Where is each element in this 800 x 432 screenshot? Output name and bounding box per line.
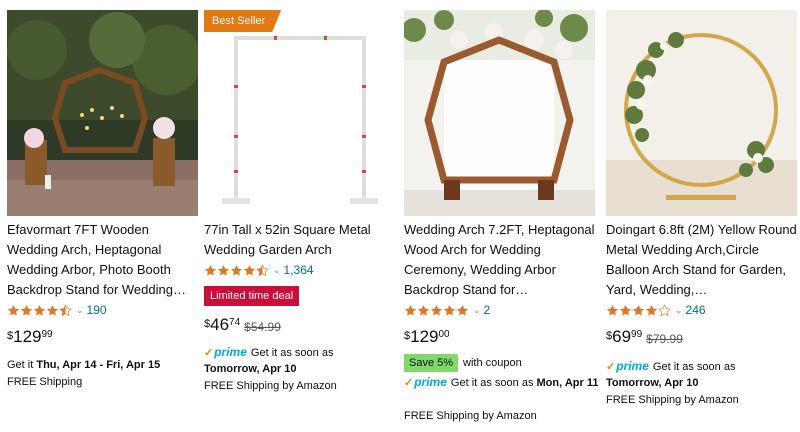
star-icon — [632, 304, 645, 316]
star-icon — [619, 304, 632, 316]
price-2[interactable]: $ 46 74 $54.99 — [204, 316, 281, 335]
chevron-down-icon[interactable]: ⌄ — [76, 305, 84, 316]
rating-row-3[interactable]: ⌄ 2 — [404, 302, 490, 318]
star-icon — [606, 304, 619, 316]
product-image-1[interactable] — [7, 10, 198, 216]
price-3[interactable]: $ 129 00 — [404, 328, 450, 346]
prime-logo: ✓ prime — [606, 359, 649, 373]
prime-logo: ✓ prime — [404, 375, 447, 389]
star-icon — [46, 304, 59, 316]
product-image-4[interactable] — [606, 10, 797, 216]
shipping-4: FREE Shipping by Amazon — [606, 394, 739, 406]
price-4[interactable]: $ 69 99 $79.99 — [606, 328, 683, 347]
star-icon — [33, 304, 46, 316]
product-title-2[interactable]: 77in Tall x 52in Square Metal Wedding Ga… — [204, 220, 395, 260]
product-image-3[interactable] — [404, 10, 595, 216]
star-icon — [230, 264, 243, 276]
best-seller-badge: Best Seller — [204, 10, 281, 32]
limited-time-deal-badge: Limited time deal — [204, 286, 300, 306]
shipping-1: FREE Shipping — [7, 376, 83, 388]
star-icon — [59, 303, 72, 316]
delivery-date-2: Tomorrow, Apr 10 — [204, 363, 297, 375]
prime-check-icon: ✓ — [204, 347, 214, 359]
star-icon — [20, 304, 33, 316]
star-rating — [204, 263, 269, 277]
delivery-4: ✓ prime Get it as soon as — [606, 359, 736, 373]
star-icon — [430, 304, 443, 316]
review-count[interactable]: 246 — [686, 303, 706, 317]
coupon-text: with coupon — [463, 357, 522, 369]
star-rating — [404, 304, 469, 317]
chevron-down-icon[interactable]: ⌄ — [273, 265, 281, 276]
product-card-1[interactable]: Efavormart 7FT Wooden Wedding Arch, Hept… — [7, 10, 198, 430]
product-title-1[interactable]: Efavormart 7FT Wooden Wedding Arch, Hept… — [7, 220, 198, 300]
star-icon — [456, 304, 469, 316]
product-title-4[interactable]: Doingart 6.8ft (2M) Yellow Round Metal W… — [606, 220, 797, 300]
delivery-date-4: Tomorrow, Apr 10 — [606, 377, 699, 389]
rating-row-2[interactable]: ⌄ 1,364 — [204, 262, 314, 278]
prime-check-icon: ✓ — [606, 361, 616, 373]
star-icon — [217, 264, 230, 276]
star-icon — [256, 263, 269, 276]
coupon-row[interactable]: Save 5% with coupon — [404, 354, 522, 372]
shipping-2: FREE Shipping by Amazon — [204, 380, 337, 392]
star-icon — [404, 304, 417, 316]
price-1[interactable]: $ 129 99 — [7, 328, 53, 346]
prime-check-icon: ✓ — [404, 377, 414, 389]
rating-row-4[interactable]: ⌄ 246 — [606, 302, 706, 318]
star-icon — [7, 304, 20, 316]
rating-row-1[interactable]: ⌄ 190 — [7, 302, 107, 318]
delivery-2: ✓ prime Get it as soon as — [204, 345, 334, 359]
chevron-down-icon[interactable]: ⌄ — [675, 305, 683, 316]
review-count[interactable]: 190 — [87, 303, 107, 317]
product-image-2[interactable]: Best Seller — [204, 10, 395, 216]
delivery-3: ✓ prime Get it as soon as Mon, Apr 11 — [404, 375, 599, 389]
star-icon — [443, 304, 456, 316]
star-icon — [658, 303, 671, 316]
product-card-3[interactable]: Wedding Arch 7.2FT, Heptagonal Wood Arch… — [404, 10, 599, 430]
star-icon — [243, 264, 256, 276]
product-card-4[interactable]: Doingart 6.8ft (2M) Yellow Round Metal W… — [606, 10, 797, 430]
star-rating — [7, 303, 72, 317]
star-icon — [645, 304, 658, 316]
chevron-down-icon[interactable]: ⌄ — [473, 305, 481, 316]
product-card-2[interactable]: Best Seller 77in Tall x 52in Square Meta… — [204, 10, 395, 430]
review-count[interactable]: 2 — [484, 303, 491, 317]
star-icon — [204, 264, 217, 276]
star-rating — [606, 303, 671, 317]
prime-logo: ✓ prime — [204, 345, 247, 359]
product-title-3[interactable]: Wedding Arch 7.2FT, Heptagonal Wood Arch… — [404, 220, 595, 300]
delivery-1: Get it Thu, Apr 14 - Fri, Apr 15 — [7, 359, 161, 371]
shipping-3: FREE Shipping by Amazon — [404, 410, 537, 422]
star-icon — [417, 304, 430, 316]
list-price: $54.99 — [244, 320, 281, 334]
save-badge: Save 5% — [404, 354, 459, 372]
list-price: $79.99 — [646, 332, 683, 346]
review-count[interactable]: 1,364 — [284, 263, 314, 277]
